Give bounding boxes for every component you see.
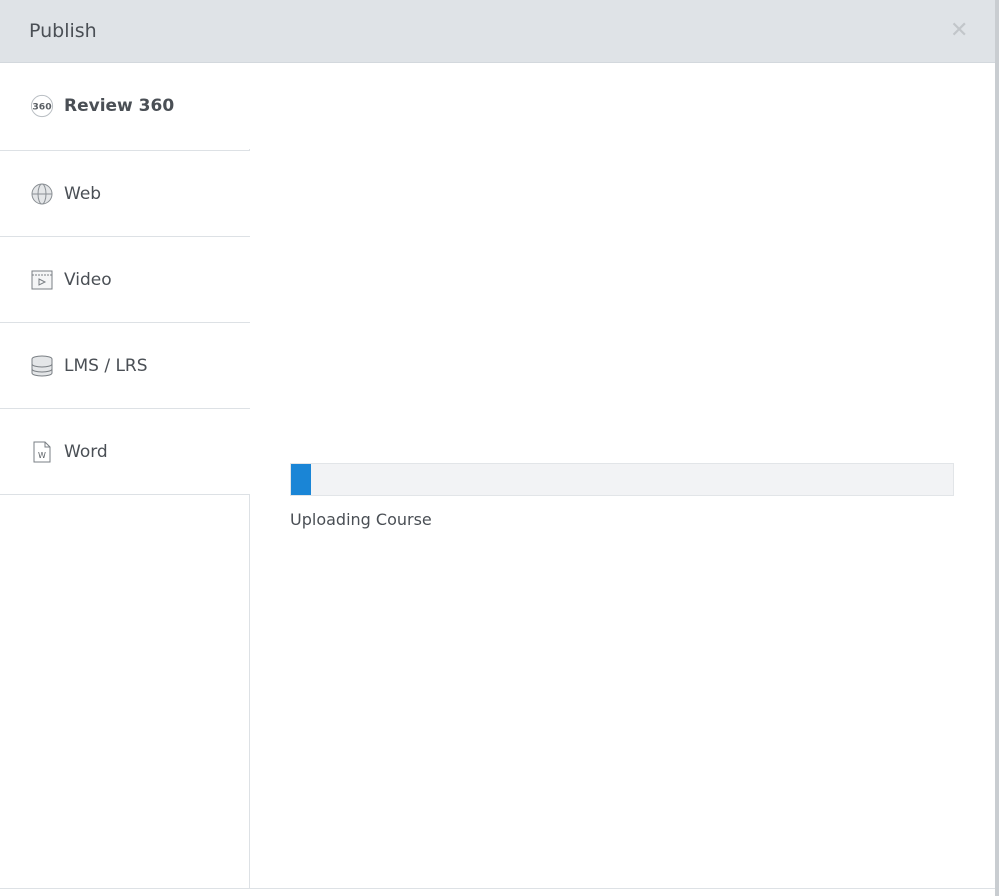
sidebar-item-video[interactable]: Video bbox=[0, 237, 250, 323]
dialog-header: Publish ✕ bbox=[0, 0, 995, 63]
close-icon[interactable]: ✕ bbox=[950, 18, 968, 43]
sidebar-item-review-360[interactable]: 360 Review 360 bbox=[0, 63, 251, 149]
window-edge bbox=[995, 0, 999, 896]
video-icon bbox=[30, 268, 54, 292]
sidebar-item-label: LMS / LRS bbox=[64, 355, 148, 376]
svg-text:W: W bbox=[38, 451, 46, 460]
dialog-title: Publish bbox=[29, 20, 97, 42]
database-icon bbox=[30, 354, 54, 378]
sidebar-item-word[interactable]: W Word bbox=[0, 409, 250, 495]
svg-text:360: 360 bbox=[32, 102, 51, 113]
word-document-icon: W bbox=[30, 440, 54, 464]
sidebar-item-lms-lrs[interactable]: LMS / LRS bbox=[0, 323, 250, 409]
upload-status: Uploading Course bbox=[290, 510, 432, 529]
globe-icon bbox=[30, 182, 54, 206]
review360-icon: 360 bbox=[30, 94, 54, 118]
progress-fill bbox=[291, 464, 311, 495]
sidebar-item-label: Review 360 bbox=[64, 96, 175, 116]
upload-progress-bar bbox=[290, 463, 954, 496]
dialog-bottom-border bbox=[0, 888, 995, 889]
sidebar-item-web[interactable]: Web bbox=[0, 151, 250, 237]
sidebar-item-label: Web bbox=[64, 183, 102, 204]
publish-sidebar: 360 Review 360 Web Video LMS / LRS W Wor… bbox=[0, 63, 251, 889]
sidebar-item-label: Video bbox=[64, 269, 112, 290]
sidebar-item-label: Word bbox=[64, 441, 108, 462]
